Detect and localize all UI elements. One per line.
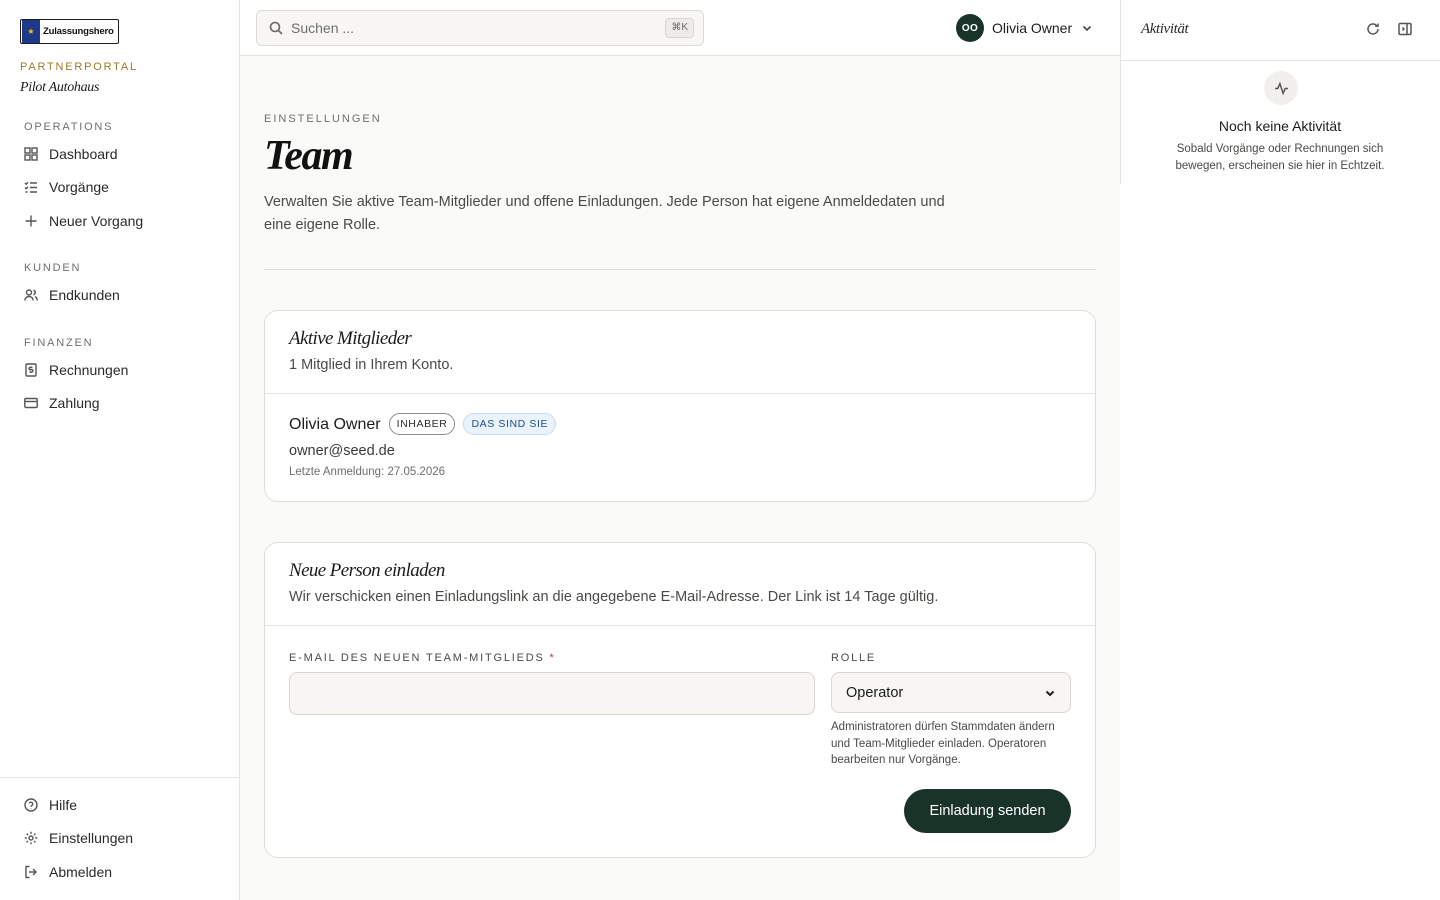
- role-hint: Administratoren dürfen Stammdaten ändern…: [831, 721, 1055, 766]
- invoice-icon: [25, 363, 37, 377]
- activity-pulse-icon: [1264, 71, 1298, 105]
- help-icon: [24, 798, 38, 812]
- members-card-title: Aktive Mitglieder: [289, 328, 412, 349]
- checklist-icon: [24, 181, 37, 193]
- role-badge: INHABER: [388, 413, 456, 435]
- gear-icon: [24, 831, 38, 845]
- user-menu[interactable]: OO Olivia Owner: [956, 14, 1093, 42]
- brand-logo[interactable]: ★ Zulassungshero: [20, 19, 119, 44]
- portal-label: PARTNERPORTAL: [20, 61, 138, 73]
- page-title: Team: [264, 133, 354, 179]
- credit-card-icon: [24, 397, 38, 409]
- sidebar-item-hilfe[interactable]: Hilfe: [24, 793, 77, 817]
- activity-title: Aktivität: [1141, 21, 1189, 37]
- sidebar-item-label: Neuer Vorgang: [49, 213, 144, 229]
- empty-state-description: Sobald Vorgänge oder Rechnungen sich bew…: [1175, 143, 1385, 172]
- sidebar-item-label: Einstellungen: [49, 830, 134, 846]
- member-last-login: Letzte Anmeldung: 27.05.2026: [289, 466, 446, 478]
- activity-panel: Aktivität Noch keine Aktivität Sobald Vo…: [1120, 0, 1440, 900]
- role-field-label: ROLLE: [831, 652, 877, 664]
- sidebar-item-rechnungen[interactable]: Rechnungen: [24, 358, 128, 382]
- section-label-operations: OPERATIONS: [24, 121, 114, 133]
- sidebar: ★ Zulassungshero PARTNERPORTAL Pilot Aut…: [0, 0, 240, 900]
- section-label-kunden: KUNDEN: [24, 262, 82, 274]
- sidebar-item-label: Zahlung: [49, 395, 100, 411]
- logo-text: Zulassungshero: [43, 26, 114, 37]
- sidebar-item-vorgaenge[interactable]: Vorgänge: [24, 175, 109, 199]
- member-row: Olivia Owner INHABER DAS SIND SIE owner@se…: [265, 394, 1095, 478]
- invite-card-title: Neue Person einladen: [289, 560, 445, 581]
- page-description: Verwalten Sie aktive Team-Mitglieder und…: [264, 194, 945, 233]
- sidebar-item-neuer-vorgang[interactable]: Neuer Vorgang: [24, 209, 143, 233]
- plus-icon: [25, 215, 37, 227]
- sidebar-item-dashboard[interactable]: Dashboard: [24, 142, 118, 166]
- sidebar-item-einstellungen[interactable]: Einstellungen: [24, 826, 133, 850]
- section-label-finanzen: FINANZEN: [24, 337, 94, 349]
- search-bar[interactable]: ⌘K: [256, 10, 704, 46]
- refresh-icon: [1367, 23, 1379, 35]
- sidebar-item-zahlung[interactable]: Zahlung: [24, 391, 100, 415]
- topbar: ⌘K OO Olivia Owner: [240, 0, 1120, 56]
- invite-card-subtitle: Wir verschicken einen Einladungslink an …: [289, 589, 939, 605]
- sidebar-item-label: Endkunden: [49, 287, 120, 303]
- sidebar-item-label: Vorgänge: [49, 179, 109, 195]
- members-card-subtitle: 1 Mitglied in Ihrem Konto.: [289, 357, 454, 373]
- divider: [264, 269, 1096, 270]
- self-badge: DAS SIND SIE: [463, 413, 557, 435]
- sidebar-item-label: Dashboard: [49, 146, 118, 162]
- sidebar-item-endkunden[interactable]: Endkunden: [24, 283, 120, 307]
- member-email: owner@seed.de: [289, 443, 395, 459]
- users-icon: [24, 289, 38, 301]
- role-select-value: Operator: [846, 684, 904, 701]
- required-mark: *: [549, 652, 556, 664]
- send-invitation-button[interactable]: Einladung senden: [904, 789, 1071, 833]
- user-name: Olivia Owner: [992, 20, 1073, 36]
- activity-panel-header: Aktivität: [1120, 0, 1440, 61]
- empty-state-title: Noch keine Aktivität: [1218, 118, 1342, 134]
- role-select[interactable]: Operator: [831, 672, 1071, 713]
- search-input[interactable]: [291, 20, 651, 36]
- invite-card-header: Neue Person einladen Wir verschicken ein…: [265, 543, 1095, 626]
- members-card: Aktive Mitglieder 1 Mitglied in Ihrem Ko…: [264, 310, 1096, 502]
- sidebar-item-abmelden[interactable]: Abmelden: [24, 860, 112, 884]
- search-icon: [269, 21, 283, 35]
- sidebar-item-label: Abmelden: [49, 864, 113, 880]
- chevron-down-icon: [1083, 25, 1092, 32]
- page-eyebrow: EINSTELLUNGEN: [264, 113, 382, 125]
- refresh-button[interactable]: [1366, 22, 1382, 38]
- collapse-panel-button[interactable]: [1398, 22, 1414, 38]
- eu-flag-icon: ★: [22, 20, 40, 43]
- panel-collapse-icon: [1398, 22, 1412, 36]
- search-shortcut: ⌘K: [665, 18, 694, 38]
- invite-card: Neue Person einladen Wir verschicken ein…: [264, 542, 1096, 858]
- grid-icon: [24, 147, 38, 161]
- sidebar-item-label: Hilfe: [49, 797, 78, 813]
- members-card-header: Aktive Mitglieder 1 Mitglied in Ihrem Ko…: [265, 311, 1095, 394]
- email-field-label: E-MAIL DES NEUEN TEAM-MITGLIEDS *: [289, 652, 556, 664]
- portal-name: Pilot Autohaus: [20, 80, 100, 95]
- email-field[interactable]: [289, 672, 815, 715]
- email-label-text: E-MAIL DES NEUEN TEAM-MITGLIEDS: [289, 652, 545, 664]
- logout-icon: [25, 865, 37, 879]
- member-name: Olivia Owner: [289, 416, 381, 433]
- avatar: OO: [956, 14, 984, 42]
- main-content: EINSTELLUNGEN Team Verwalten Sie aktive …: [240, 56, 1120, 900]
- sidebar-item-label: Rechnungen: [49, 362, 129, 378]
- chevron-down-icon: [1045, 690, 1055, 696]
